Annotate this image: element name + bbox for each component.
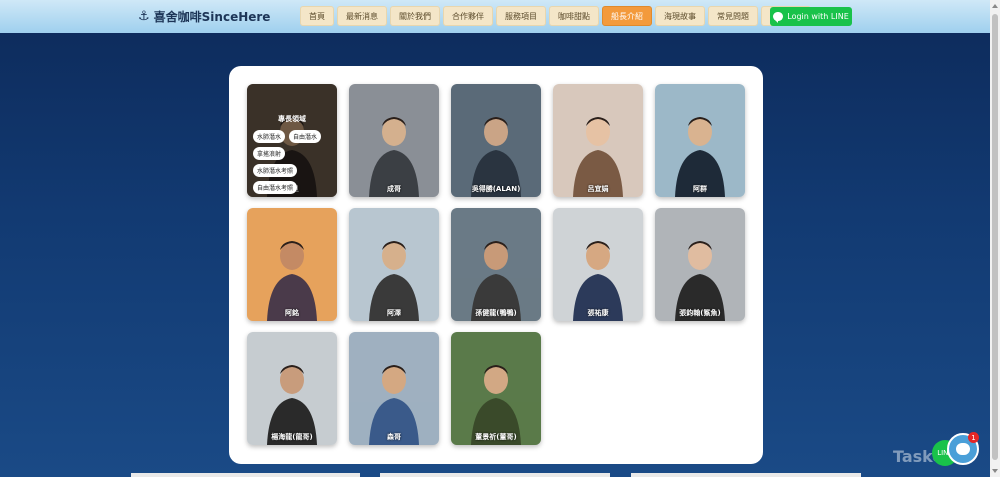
captain-photo: [655, 208, 745, 321]
captain-photo: [451, 84, 541, 197]
captain-name: 呂宜娟: [587, 185, 609, 193]
captain-photo: [247, 332, 337, 445]
captain-photo: [349, 208, 439, 321]
captain-photo: [247, 208, 337, 321]
captain-card[interactable]: 吳得勝(ALAN): [451, 84, 541, 197]
page-strip: [380, 473, 610, 477]
captain-name: 吳得勝(ALAN): [471, 185, 521, 193]
captain-photo: [553, 208, 643, 321]
specialty-tag: 自由潛水: [289, 130, 322, 143]
captain-name: 阿銘: [285, 309, 299, 317]
specialty-tag: 水肺潛水: [253, 130, 286, 143]
scrollbar[interactable]: [990, 0, 1000, 477]
line-icon: [773, 12, 784, 23]
captain-card[interactable]: 森哥: [349, 332, 439, 445]
captain-card[interactable]: 阿群: [655, 84, 745, 197]
nav-item[interactable]: 首頁: [300, 6, 334, 26]
captain-card[interactable]: 孫健龍(鴨鴨): [451, 208, 541, 321]
nav-item[interactable]: 船長介紹: [602, 6, 652, 26]
login-label: Login with LINE: [787, 12, 849, 21]
nav-item[interactable]: 服務項目: [496, 6, 546, 26]
nav-item[interactable]: 咖啡甜點: [549, 6, 599, 26]
scroll-down-arrow[interactable]: [992, 469, 998, 473]
captain-card[interactable]: 白旦 專長領域 水肺潛水自由潛水拿搖浪射水肺潛水考照自由潛水考照: [247, 84, 337, 197]
specialty-tag: 水肺潛水考照: [253, 164, 298, 177]
captain-name: 孫健龍(鴨鴨): [475, 309, 517, 317]
captain-name: 阿澤: [387, 309, 401, 317]
specialty-title: 專長領域: [278, 115, 306, 123]
captain-card[interactable]: 成哥: [349, 84, 439, 197]
specialty-tag: 拿搖浪射: [253, 147, 286, 160]
brand-name: 喜舍咖啡SinceHere: [153, 10, 271, 24]
captain-photo: [349, 332, 439, 445]
captain-name: 成哥: [387, 185, 401, 193]
notification-badge: 1: [968, 432, 979, 443]
page-strip: [631, 473, 861, 477]
captain-name: 董景祈(董哥): [475, 433, 517, 441]
specialty-tag: 自由潛水考照: [253, 181, 298, 194]
captain-name: 阿群: [693, 185, 707, 193]
scroll-up-arrow[interactable]: [992, 4, 998, 8]
specialty-tags: 水肺潛水 自由潛水 拿搖浪射水肺潛水考照 自由潛水考照: [247, 130, 337, 194]
page-strip: [131, 473, 360, 477]
captain-card[interactable]: 呂宜娟: [553, 84, 643, 197]
anchor-icon: ⚓: [138, 9, 150, 24]
nav-item[interactable]: 最新消息: [337, 6, 387, 26]
captain-card[interactable]: 楊海龍(龍哥): [247, 332, 337, 445]
captain-photo: [655, 84, 745, 197]
brand-logo[interactable]: ⚓ 喜舍咖啡SinceHere: [138, 8, 270, 25]
captain-name: 楊海龍(龍哥): [271, 433, 313, 441]
nav-item[interactable]: 關於我們: [390, 6, 440, 26]
captain-card[interactable]: 阿澤: [349, 208, 439, 321]
captains-panel: 白旦 專長領域 水肺潛水自由潛水拿搖浪射水肺潛水考照自由潛水考照 成哥: [229, 66, 763, 464]
nav-item[interactable]: 海現故事: [655, 6, 705, 26]
captain-card[interactable]: 張祐康: [553, 208, 643, 321]
main-nav: 首頁最新消息關於我們合作夥伴服務項目咖啡甜點船長介紹海現故事常見問題預約優購: [300, 6, 811, 26]
captain-card[interactable]: 董景祈(董哥): [451, 332, 541, 445]
captain-name: 森哥: [387, 433, 401, 441]
chat-icon: [956, 443, 970, 455]
captain-card[interactable]: 阿銘: [247, 208, 337, 321]
captain-name: 張祐康: [587, 309, 609, 317]
nav-item[interactable]: 常見問題: [708, 6, 758, 26]
nav-item[interactable]: 合作夥伴: [443, 6, 493, 26]
captain-photo: [451, 208, 541, 321]
captain-name: 張鈞翰(鯊魚): [679, 309, 721, 317]
captain-photo: [451, 332, 541, 445]
captain-photo: [553, 84, 643, 197]
captain-photo: [349, 84, 439, 197]
captain-card[interactable]: 張鈞翰(鯊魚): [655, 208, 745, 321]
scroll-thumb[interactable]: [992, 14, 998, 460]
captains-grid: 白旦 專長領域 水肺潛水自由潛水拿搖浪射水肺潛水考照自由潛水考照 成哥: [247, 84, 745, 445]
top-navbar: ⚓ 喜舍咖啡SinceHere 首頁 最新消息 關於我們 合作夥伴 服務項目 咖啡甜點 船長…: [0, 0, 990, 33]
login-with-line-button[interactable]: Login with LINE: [770, 7, 852, 26]
specialty-overlay: 專長領域 水肺潛水 自由潛水 拿搖浪射水肺潛水考照 自由潛水考照: [247, 84, 337, 197]
